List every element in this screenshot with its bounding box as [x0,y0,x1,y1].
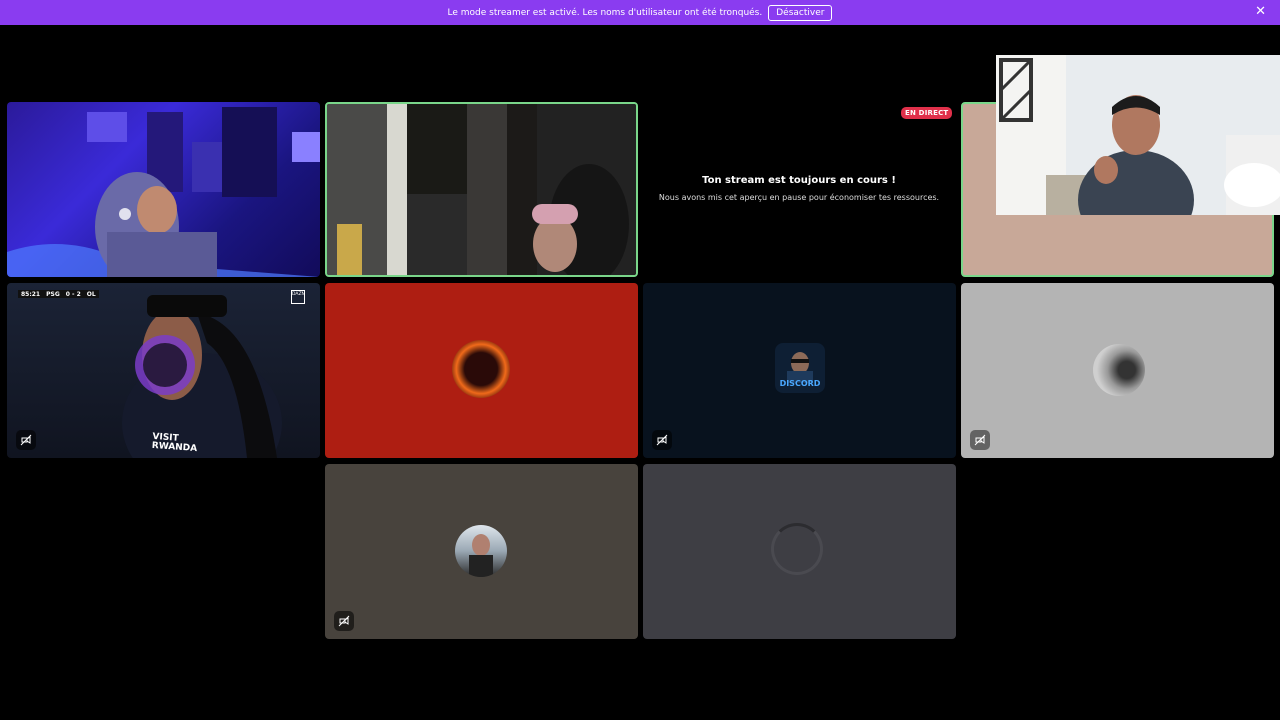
video-frame [327,104,636,275]
video-tile-participant-2[interactable] [325,102,638,277]
video-off-icon [334,611,354,631]
stream-preview-tile[interactable]: EN DIRECT Ton stream est toujours en cou… [643,102,956,277]
paused-subtitle: Nous avons mis cet aperçu en pause pour … [658,193,940,202]
video-tile-participant-6[interactable]: DISCORD [643,283,956,458]
video-off-icon [652,430,672,450]
avatar [455,525,507,577]
paused-title: Ton stream est toujours en cours ! [702,175,896,186]
match-score: 0 - 2 [65,290,81,298]
close-icon[interactable]: ✕ [1255,5,1266,18]
broadcaster-logo: DAZN [291,290,305,304]
video-frame [996,55,1280,215]
live-badge: EN DIRECT [901,107,953,119]
disable-streamer-mode-button[interactable]: Désactiver [768,4,833,21]
video-tile-participant-7[interactable] [961,283,1274,458]
avatar [452,340,510,398]
video-off-icon [970,430,990,450]
video-tile-participant-5[interactable] [325,283,638,458]
avatar: DISCORD [775,343,825,393]
match-time: 85:21 [21,290,41,298]
home-team: PSG [46,290,60,298]
video-tile-participant-1[interactable] [7,102,320,277]
video-tile-participant-4[interactable]: VISIT RWANDA [7,283,320,458]
avatar [1093,344,1145,396]
video-frame [7,107,320,277]
match-scoreboard: 85:21 PSG 0 - 2 OL [18,290,99,298]
video-tile-participant-8[interactable] [325,464,638,639]
discord-label: DISCORD [779,379,821,388]
video-off-icon [16,430,36,450]
loading-spinner-icon [771,523,823,575]
video-tile-loading[interactable] [643,464,956,639]
streamer-mode-banner: Le mode streamer est activé. Les noms d'… [0,0,1280,25]
away-team: OL [86,290,96,298]
popout-video-participant-3[interactable] [996,55,1280,215]
streamer-mode-message: Le mode streamer est activé. Les noms d'… [447,7,763,18]
